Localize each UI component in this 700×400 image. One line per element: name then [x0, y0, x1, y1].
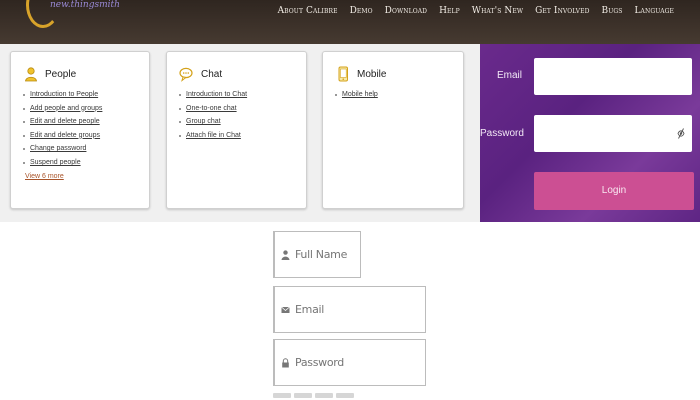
card-title: Chat: [201, 68, 223, 80]
nav-demo[interactable]: Demo: [350, 6, 373, 16]
link-list: Introduction to People Add people and gr…: [23, 91, 137, 166]
password-field[interactable]: Password: [273, 339, 426, 386]
nav-language[interactable]: Language: [634, 6, 674, 16]
nav-help[interactable]: Help: [439, 6, 460, 16]
fullname-placeholder: Full Name: [295, 248, 348, 261]
help-link[interactable]: Change password: [23, 145, 137, 152]
mobile-phone-icon: [338, 66, 348, 82]
help-link[interactable]: Edit and delete groups: [23, 132, 137, 139]
strength-segment: [294, 393, 312, 398]
main-nav: About Calibre Demo Download Help What's …: [278, 6, 674, 16]
password-label: Password: [480, 128, 524, 139]
strength-segment: [336, 393, 354, 398]
help-link[interactable]: Suspend people: [23, 159, 137, 166]
envelope-icon: [281, 306, 290, 313]
site-header: new.thingsmith About Calibre Demo Downlo…: [0, 0, 700, 44]
strength-segment: [315, 393, 333, 398]
nav-bugs[interactable]: Bugs: [601, 6, 622, 16]
password-strength-meter: [273, 393, 354, 400]
person-icon: [25, 67, 37, 82]
lock-icon: [282, 357, 289, 367]
help-link[interactable]: Introduction to People: [23, 91, 137, 98]
help-link[interactable]: Attach file in Chat: [179, 132, 294, 139]
help-link[interactable]: One-to-one chat: [179, 105, 294, 112]
password-placeholder: Password: [295, 356, 344, 369]
email-field[interactable]: Email: [273, 286, 426, 333]
link-list: Introduction to Chat One-to-one chat Gro…: [179, 91, 294, 139]
login-email-input[interactable]: [534, 58, 692, 95]
view-more-link[interactable]: View 6 more: [23, 173, 137, 180]
link-list: Mobile help: [335, 91, 451, 98]
card-title: People: [45, 68, 77, 80]
card-people: People Introduction to People Add people…: [10, 51, 150, 209]
logo-text[interactable]: new.thingsmith: [50, 0, 120, 10]
login-button[interactable]: Login: [534, 172, 694, 210]
help-link[interactable]: Group chat: [179, 118, 294, 125]
card-chat: Chat Introduction to Chat One-to-one cha…: [166, 51, 307, 209]
user-icon: [281, 249, 290, 260]
help-link[interactable]: Introduction to Chat: [179, 91, 294, 98]
nav-download[interactable]: Download: [385, 6, 427, 16]
email-placeholder: Email: [295, 303, 325, 316]
help-link[interactable]: Edit and delete people: [23, 118, 137, 125]
card-mobile: Mobile Mobile help: [322, 51, 464, 209]
nav-whats-new[interactable]: What's New: [472, 6, 523, 16]
card-title: Mobile: [357, 68, 387, 80]
login-password-input[interactable]: [534, 115, 692, 152]
nav-about-calibre[interactable]: About Calibre: [278, 6, 338, 16]
chat-bubble-icon: [179, 67, 193, 82]
show-password-icon[interactable]: [677, 127, 685, 140]
help-link[interactable]: Add people and groups: [23, 105, 137, 112]
fullname-field[interactable]: Full Name: [273, 231, 361, 278]
login-panel: Email Password Login: [480, 44, 700, 222]
strength-segment: [273, 393, 291, 398]
help-link[interactable]: Mobile help: [335, 91, 451, 98]
email-label: Email: [496, 70, 522, 81]
nav-get-involved[interactable]: Get Involved: [535, 6, 589, 16]
